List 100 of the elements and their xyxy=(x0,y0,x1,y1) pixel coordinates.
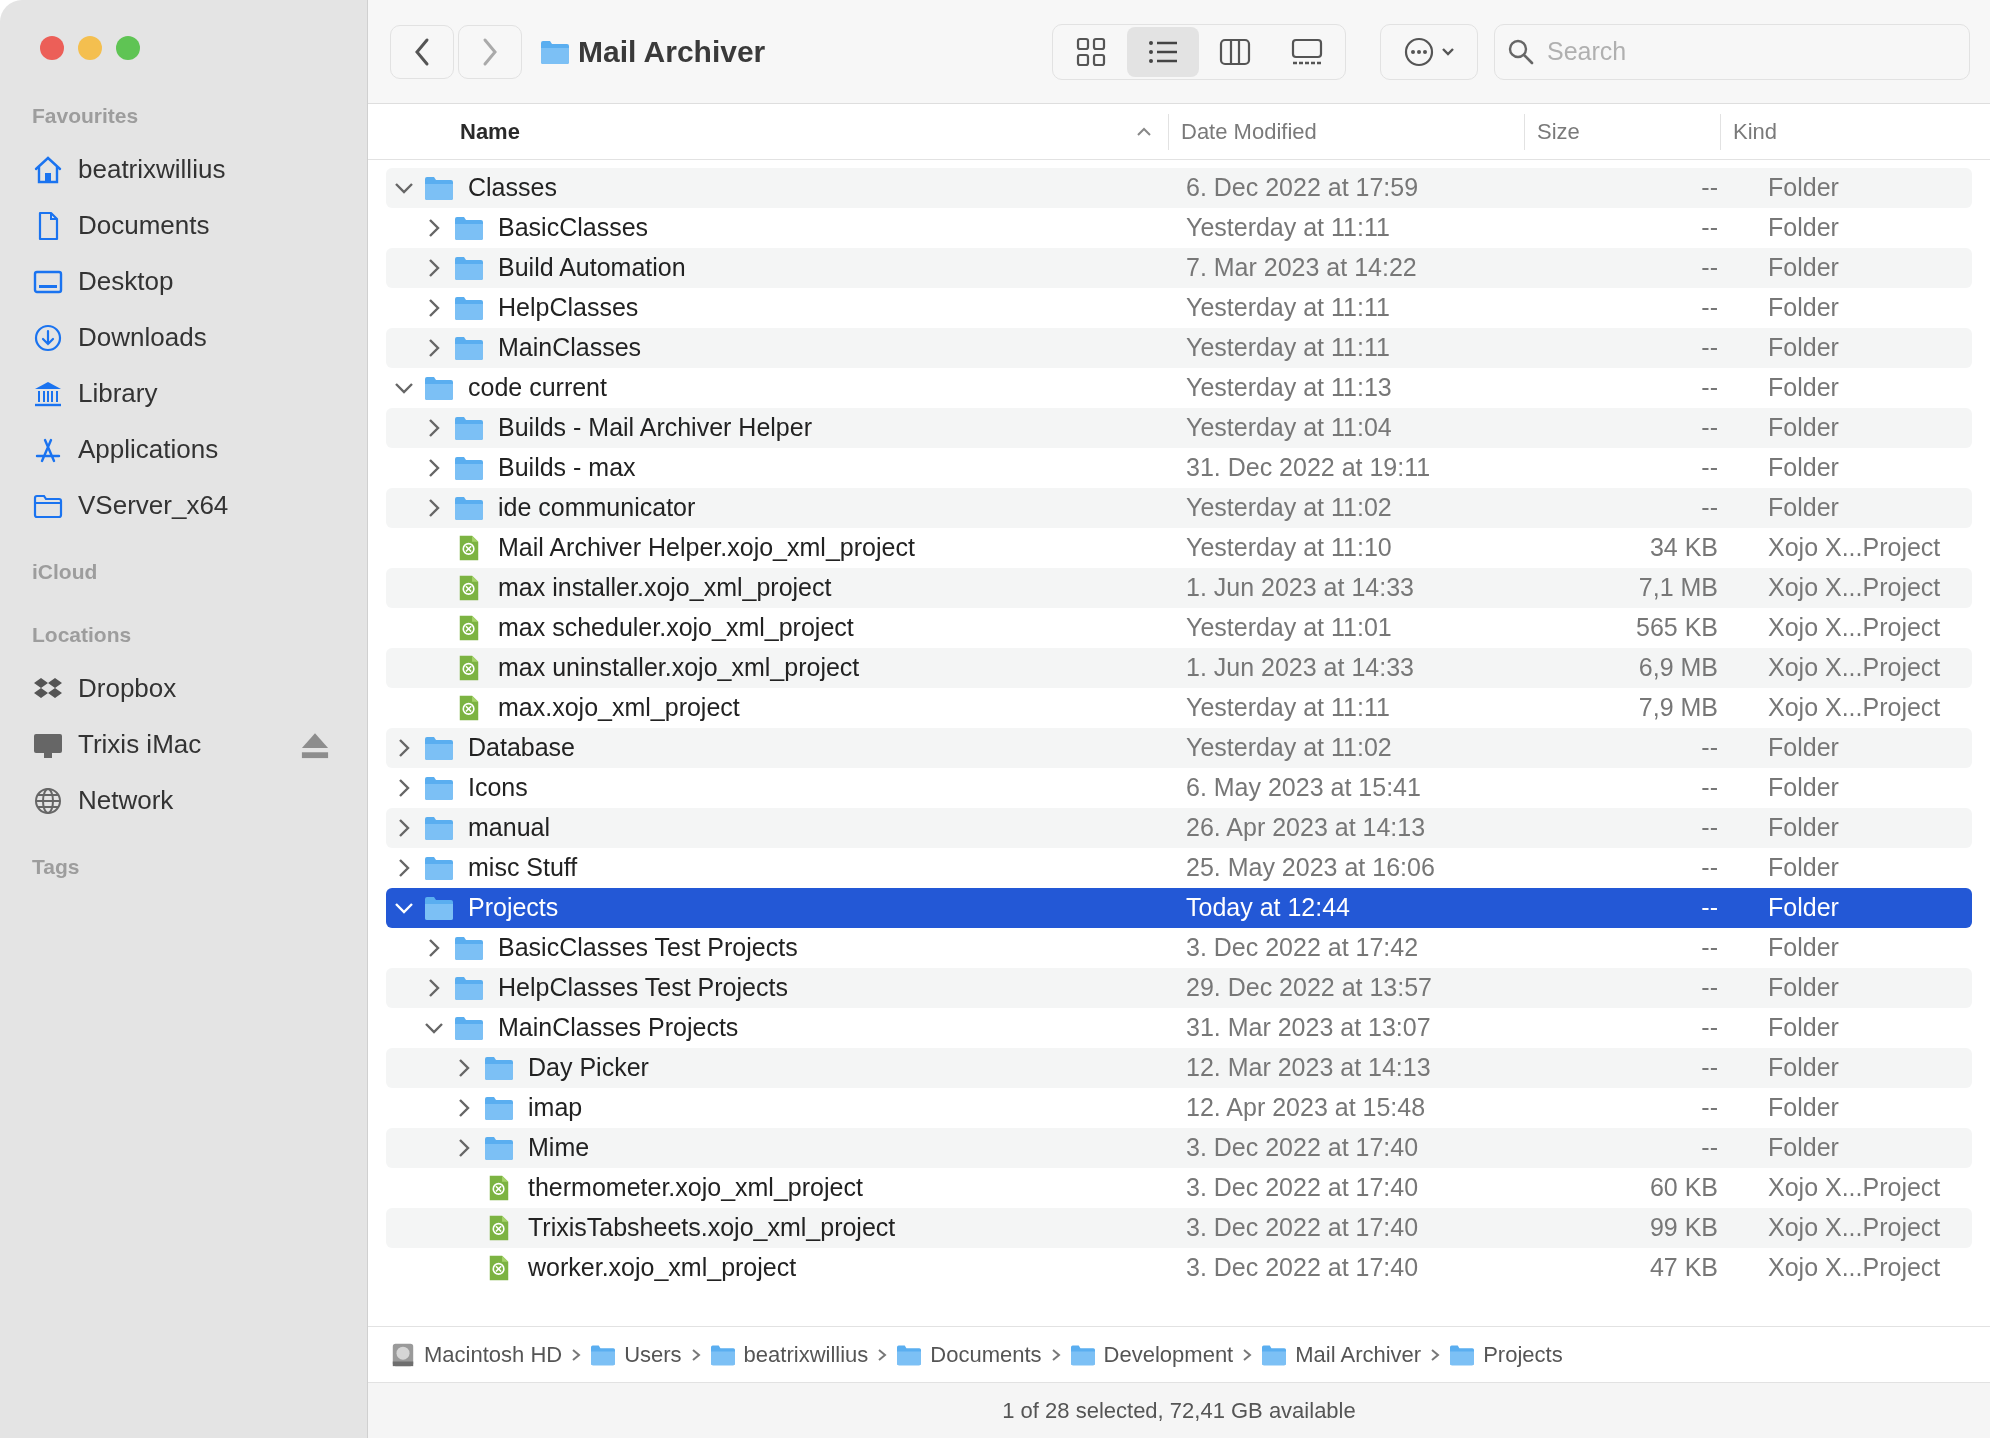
file-size: 565 KB xyxy=(1635,612,1718,644)
file-name: Icons xyxy=(468,772,528,804)
document-icon xyxy=(458,654,480,682)
path-item[interactable]: Projects xyxy=(1483,1338,1563,1371)
file-row[interactable]: Day Picker 12. Mar 2023 at 14:13 -- Folder xyxy=(386,1048,1972,1088)
file-name: max uninstaller.xojo_xml_project xyxy=(498,652,860,684)
chevron-right-icon[interactable] xyxy=(428,218,440,238)
back-button[interactable] xyxy=(390,24,454,79)
file-size: 6,9 MB xyxy=(1637,652,1718,684)
file-name: Day Picker xyxy=(528,1052,649,1084)
file-kind: Xojo X...Project xyxy=(1767,532,1941,564)
file-row[interactable]: Icons 6. May 2023 at 15:41 -- Folder xyxy=(386,768,1972,808)
chevron-right-icon[interactable] xyxy=(428,938,440,958)
chevron-down-icon[interactable] xyxy=(394,382,414,394)
file-row[interactable]: HelpClasses Yesterday at 11:11 -- Folder xyxy=(386,288,1972,328)
chevron-right-icon[interactable] xyxy=(428,458,440,478)
file-row[interactable]: thermometer.xojo_xml_project 3. Dec 2022 at 17:40 60 KB Xojo X...Project xyxy=(386,1168,1972,1208)
date-modified: Yesterday at 11:11 xyxy=(1185,212,1391,244)
chevron-right-icon[interactable] xyxy=(428,418,440,438)
file-row[interactable]: Builds - Mail Archiver Helper Yesterday at 11:04 -- Folder xyxy=(386,408,1972,448)
chevron-right-icon[interactable] xyxy=(398,818,410,838)
folder-icon xyxy=(454,294,484,322)
file-row[interactable]: Classes 6. Dec 2022 at 17:59 -- Folder xyxy=(386,168,1972,208)
column-header[interactable]: Kind xyxy=(1733,115,1778,148)
file-row[interactable]: HelpClasses Test Projects 29. Dec 2022 at 13:57 -- Folder xyxy=(386,968,1972,1008)
view-button[interactable] xyxy=(1127,26,1199,77)
chevron-down-icon[interactable] xyxy=(424,1022,444,1034)
date-modified: 3. Dec 2022 at 17:40 xyxy=(1185,1212,1420,1244)
file-row[interactable]: Database Yesterday at 11:02 -- Folder xyxy=(386,728,1972,768)
file-kind: Folder xyxy=(1767,452,1839,484)
file-name: HelpClasses xyxy=(498,292,639,324)
file-row[interactable]: Build Automation 7. Mar 2023 at 14:22 -- Folder xyxy=(386,248,1972,288)
file-row[interactable]: max scheduler.xojo_xml_project Yesterday at 11:01 565 KB Xojo X...Project xyxy=(386,608,1972,648)
more-menu-button[interactable] xyxy=(1380,23,1478,80)
sidebar-item[interactable]: VServer_x64 xyxy=(32,477,367,534)
sidebar-item[interactable]: beatrixwillius xyxy=(32,141,367,198)
file-row[interactable]: Mime 3. Dec 2022 at 17:40 -- Folder xyxy=(386,1128,1972,1168)
chevron-right-icon[interactable] xyxy=(428,298,440,318)
file-row[interactable]: Builds - max 31. Dec 2022 at 19:11 -- Folder xyxy=(386,448,1972,488)
folder-icon xyxy=(424,894,454,922)
file-row[interactable]: misc Stuff 25. May 2023 at 16:06 -- Folder xyxy=(386,848,1972,888)
path-item[interactable]: Mail Archiver xyxy=(1295,1338,1422,1371)
chevron-right-icon[interactable] xyxy=(398,858,410,878)
chevron-right-icon[interactable] xyxy=(428,498,440,518)
sidebar-item[interactable]: Applications xyxy=(32,421,367,478)
sidebar-item[interactable]: Network xyxy=(32,772,367,829)
file-row[interactable]: Projects Today at 12:44 -- Folder xyxy=(386,888,1972,928)
file-row[interactable]: BasicClasses Yesterday at 11:11 -- Folder xyxy=(386,208,1972,248)
path-item[interactable]: Macintosh HD xyxy=(424,1338,563,1371)
column-header[interactable]: Date Modified xyxy=(1181,115,1317,148)
chevron-right-icon[interactable] xyxy=(428,978,440,998)
folder-icon xyxy=(424,854,454,882)
path-item[interactable]: Documents xyxy=(930,1338,1042,1371)
date-modified: Yesterday at 11:02 xyxy=(1185,732,1393,764)
date-modified: Yesterday at 11:04 xyxy=(1185,412,1393,444)
sidebar-item[interactable]: Downloads xyxy=(32,309,367,366)
file-name: Database xyxy=(468,732,576,764)
column-header[interactable]: Name xyxy=(460,115,520,148)
chevron-right-icon[interactable] xyxy=(398,738,410,758)
file-row[interactable]: max.xojo_xml_project Yesterday at 11:11 7,9 MB Xojo X...Project xyxy=(386,688,1972,728)
sidebar-item[interactable]: Library xyxy=(32,365,367,422)
close-button[interactable] xyxy=(40,36,64,60)
file-row[interactable]: manual 26. Apr 2023 at 14:13 -- Folder xyxy=(386,808,1972,848)
file-name: Mail Archiver Helper.xojo_xml_project xyxy=(498,532,915,564)
sidebar-item[interactable]: Desktop xyxy=(32,253,367,310)
file-row[interactable]: imap 12. Apr 2023 at 15:48 -- Folder xyxy=(386,1088,1972,1128)
chevron-right-icon[interactable] xyxy=(458,1098,470,1118)
chevron-right-icon[interactable] xyxy=(458,1138,470,1158)
file-kind: Folder xyxy=(1767,852,1839,884)
file-row[interactable]: BasicClasses Test Projects 3. Dec 2022 at 17:42 -- Folder xyxy=(386,928,1972,968)
chevron-right-icon[interactable] xyxy=(428,338,440,358)
chevron-right-icon[interactable] xyxy=(428,258,440,278)
path-item[interactable]: Development xyxy=(1103,1338,1234,1371)
file-row[interactable]: Mail Archiver Helper.xojo_xml_project Yesterday at 11:10 34 KB Xojo X...Project xyxy=(386,528,1972,568)
document-icon xyxy=(458,694,480,722)
file-row[interactable]: worker.xojo_xml_project 3. Dec 2022 at 17:40 47 KB Xojo X...Project xyxy=(386,1248,1972,1288)
sidebar-item[interactable]: Trixis iMac xyxy=(32,716,367,773)
chevron-left-icon xyxy=(413,36,431,67)
file-row[interactable]: TrixisTabsheets.xojo_xml_project 3. Dec 2022 at 17:40 99 KB Xojo X...Project xyxy=(386,1208,1972,1248)
sidebar-item[interactable]: Documents xyxy=(32,197,367,254)
file-row[interactable]: ide communicator Yesterday at 11:02 -- Folder xyxy=(386,488,1972,528)
sidebar-heading: Favourites xyxy=(32,103,140,129)
date-modified: 25. May 2023 at 16:06 xyxy=(1185,852,1436,884)
window-title: Mail Archiver xyxy=(578,34,766,70)
chevron-right-icon[interactable] xyxy=(398,778,410,798)
file-row[interactable]: code current Yesterday at 11:13 -- Folder xyxy=(386,368,1972,408)
sort-ascending-icon[interactable] xyxy=(1136,126,1152,137)
file-size: -- xyxy=(1700,412,1718,444)
file-row[interactable]: MainClasses Yesterday at 11:11 -- Folder xyxy=(386,328,1972,368)
path-item[interactable]: Users xyxy=(624,1338,682,1371)
file-row[interactable]: max installer.xojo_xml_project 1. Jun 2023 at 14:33 7,1 MB Xojo X...Project xyxy=(386,568,1972,608)
file-row[interactable]: MainClasses Projects 31. Mar 2023 at 13:07 -- Folder xyxy=(386,1008,1972,1048)
chevron-down-icon[interactable] xyxy=(394,182,414,194)
sidebar-item[interactable]: Dropbox xyxy=(32,660,367,717)
path-item[interactable]: beatrixwillius xyxy=(743,1338,869,1371)
chevron-right-icon[interactable] xyxy=(458,1058,470,1078)
column-header[interactable]: Size xyxy=(1537,115,1580,148)
search-field[interactable]: Search xyxy=(1494,23,1970,80)
file-kind: Xojo X...Project xyxy=(1767,612,1941,644)
file-row[interactable]: max uninstaller.xojo_xml_project 1. Jun 2023 at 14:33 6,9 MB Xojo X...Project xyxy=(386,648,1972,688)
